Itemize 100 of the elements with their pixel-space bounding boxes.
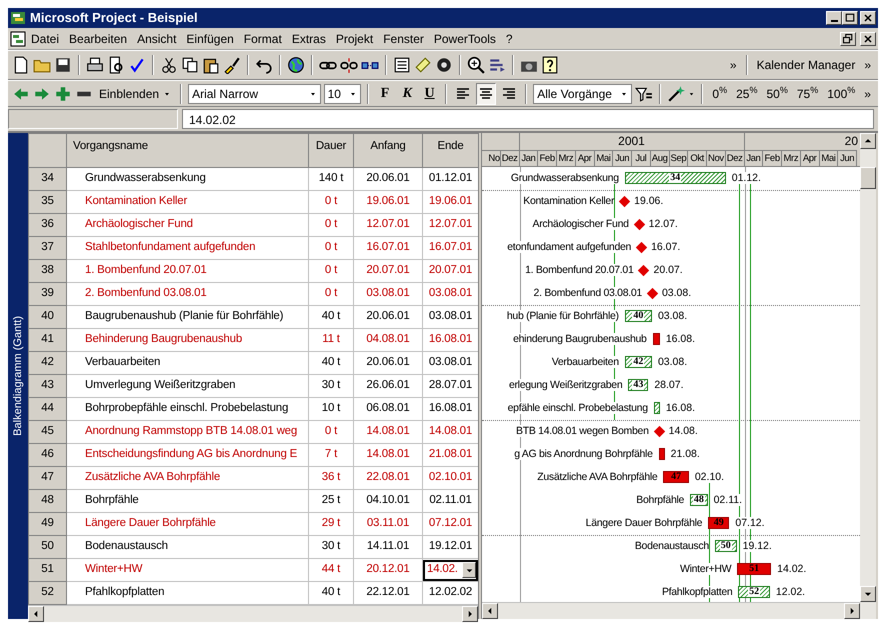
table-cell: 14.08.01 [354,420,422,444]
row-number[interactable]: 34 [28,168,66,190]
help-icon[interactable] [541,56,559,74]
dropdown-button[interactable] [462,562,476,578]
task-bar[interactable]: 49 [708,517,730,530]
row-number[interactable]: 42 [28,352,66,374]
restore-button[interactable] [840,32,856,46]
task-bar[interactable]: 47 [663,471,689,484]
horizontal-scrollbar[interactable] [482,602,860,619]
task-bar[interactable]: 51 [737,563,772,576]
cell-editor-field[interactable]: 14.02. [424,560,478,580]
percent-complete-button[interactable]: 0$^{%}$ [709,84,730,104]
menu-item[interactable]: Bearbeiten [64,28,132,48]
menu-item[interactable]: ? [500,28,518,48]
printer-icon[interactable] [86,56,104,74]
row-number[interactable]: 40 [28,306,66,328]
table-cell: Archäologischer Fund [66,214,308,236]
notes-icon[interactable] [393,56,411,74]
percent-complete-button[interactable]: 75$^{%}$ [794,84,822,104]
task-bar[interactable] [654,402,660,414]
menu-item[interactable]: PowerTools [428,28,501,48]
wand-icon[interactable] [667,84,686,102]
column-header[interactable]: Ende [422,134,478,168]
minimize-button[interactable] [826,11,842,25]
task-bar[interactable]: 43 [628,379,648,392]
task-bar[interactable]: 40 [624,310,652,322]
align-center-button[interactable] [476,82,496,104]
menu-item[interactable]: Datei [26,28,64,48]
font-size-dropdown[interactable]: 10 [324,84,362,104]
menu-item[interactable]: Extras [286,28,331,48]
column-header[interactable]: Anfang [354,134,422,168]
gear-icon[interactable] [435,56,453,74]
column-header[interactable]: Dauer [308,134,354,168]
column-header[interactable]: Vorgangsname [66,134,308,168]
row-number[interactable]: 52 [28,582,66,604]
row-number[interactable]: 48 [28,490,66,512]
row-number[interactable]: 45 [28,420,66,444]
toolbar-overflow-button[interactable]: » [861,84,874,104]
new-file-icon[interactable] [12,56,30,74]
font-dropdown[interactable]: Arial Narrow [188,84,321,104]
scissors-icon[interactable] [160,56,178,74]
check-icon[interactable] [128,56,146,74]
menu-item[interactable]: Projekt [330,28,378,48]
task-bar[interactable] [658,448,665,460]
italic-button[interactable]: K [398,83,417,104]
bold-button[interactable]: F [375,83,395,104]
maximize-button[interactable] [842,11,858,25]
scroll-thumb[interactable] [860,166,876,188]
task-bar[interactable]: 50 [714,540,737,552]
row-number[interactable]: 37 [28,236,66,260]
row-number[interactable]: 50 [28,536,66,558]
row-number[interactable]: 47 [28,466,66,490]
calendar-manager-button[interactable]: Kalender Manager [754,55,858,75]
task-bar[interactable]: 48 [690,494,708,506]
table-cell: 20.07.01 [354,260,422,282]
copy-icon[interactable] [181,56,199,74]
table-cell: 03.08.01 [354,282,422,306]
vertical-scrollbar[interactable] [860,133,876,619]
unlink-icon[interactable] [340,56,358,74]
entry-field[interactable]: 14.02.02 [182,109,874,129]
percent-complete-button[interactable]: 50$^{%}$ [764,84,791,104]
row-number[interactable]: 39 [28,282,66,306]
row-number[interactable]: 35 [28,190,66,214]
row-number[interactable]: 46 [28,444,66,466]
menu-item[interactable]: Ansicht [132,28,182,48]
globe-icon[interactable] [287,56,305,74]
menu-item[interactable]: Einfügen [181,28,239,48]
paste-icon[interactable] [202,56,220,74]
horizontal-scrollbar[interactable] [28,605,478,622]
close-button[interactable] [860,32,876,46]
task-bar[interactable]: 52 [738,586,770,598]
row-number[interactable]: 51 [28,558,66,582]
timescale-year: 20 [844,133,859,150]
row-number[interactable]: 41 [28,328,66,352]
toolbar-overflow-button[interactable]: » [726,55,740,75]
note-icon[interactable] [414,56,432,74]
toolbar-overflow-button[interactable]: » [861,55,874,75]
show-menu-button[interactable]: Einblenden [96,84,174,104]
row-number[interactable]: 38 [28,260,66,282]
row-number[interactable]: 43 [28,374,66,398]
zoom-in-icon[interactable] [467,56,485,74]
underline-button[interactable]: U [420,83,440,104]
table-cell: Bohrpfähle [66,490,308,512]
row-number[interactable]: 49 [28,512,66,536]
task-bar[interactable]: 42 [624,356,652,368]
close-button[interactable] [860,11,876,25]
task-bar[interactable] [652,333,660,346]
row-number[interactable]: 36 [28,214,66,236]
save-icon[interactable] [54,56,72,74]
table-cell: 04.08.01 [354,328,422,352]
menu-item[interactable]: Format [238,28,287,48]
filter-dropdown[interactable]: Alle Vorgänge [533,84,632,104]
menu-item[interactable]: Fenster [378,28,429,48]
percent-complete-button[interactable]: 100$^{%}$ [824,84,858,104]
document-icon[interactable] [10,30,26,46]
brush-icon[interactable] [223,56,241,74]
task-bar[interactable]: 34 [624,172,726,184]
percent-complete-button[interactable]: 25$^{%}$ [733,84,760,104]
print-preview-icon[interactable] [107,56,125,74]
row-number[interactable]: 44 [28,398,66,420]
